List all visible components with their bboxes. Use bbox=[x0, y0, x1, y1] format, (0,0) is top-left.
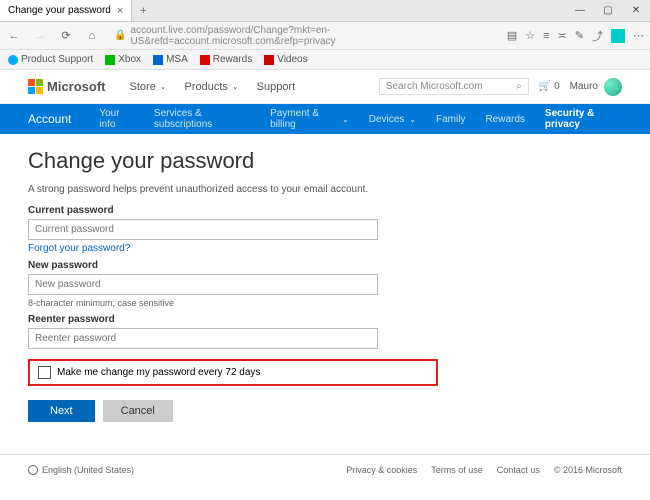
site-footer: English (United States) Privacy & cookie… bbox=[0, 454, 650, 485]
footer-terms[interactable]: Terms of use bbox=[431, 465, 483, 475]
current-password-label: Current password bbox=[28, 205, 622, 216]
reenter-password-input[interactable] bbox=[28, 328, 378, 349]
fav-msa[interactable]: MSA bbox=[153, 54, 188, 65]
notes-icon[interactable]: ✎ bbox=[575, 29, 584, 42]
nav-family[interactable]: Family bbox=[436, 114, 465, 125]
password-hint: 8-character minimum; case sensitive bbox=[28, 298, 622, 308]
nav-your-info[interactable]: Your info bbox=[99, 108, 134, 130]
close-window-button[interactable]: ✕ bbox=[622, 0, 650, 21]
favorite-icon[interactable]: ☆ bbox=[525, 29, 535, 42]
microsoft-logo[interactable]: Microsoft bbox=[28, 79, 106, 94]
nav-security[interactable]: Security & privacy bbox=[545, 108, 622, 130]
nav-services[interactable]: Services & subscriptions bbox=[154, 108, 250, 130]
home-button[interactable]: ⌂ bbox=[84, 28, 100, 44]
url-field[interactable]: 🔒 account.live.com/password/Change?mkt=e… bbox=[110, 25, 497, 47]
page-title: Change your password bbox=[28, 148, 622, 174]
url-text: account.live.com/password/Change?mkt=en-… bbox=[130, 25, 492, 47]
search-input[interactable]: Search Microsoft.com ⌕ bbox=[379, 78, 529, 95]
locale-link[interactable]: English (United States) bbox=[42, 465, 134, 475]
forgot-password-link[interactable]: Forgot your password? bbox=[28, 243, 130, 254]
maximize-button[interactable]: ▢ bbox=[594, 0, 622, 21]
nav-devices[interactable]: Devices bbox=[369, 114, 416, 125]
close-icon[interactable]: × bbox=[117, 5, 123, 17]
address-bar: ← → ⟳ ⌂ 🔒 account.live.com/password/Chan… bbox=[0, 22, 650, 50]
search-icon[interactable]: ⌕ bbox=[516, 81, 522, 92]
favorites-bar: Product Support Xbox MSA Rewards Videos bbox=[0, 50, 650, 70]
footer-privacy[interactable]: Privacy & cookies bbox=[346, 465, 417, 475]
forward-button[interactable]: → bbox=[32, 28, 48, 44]
microsoft-logo-icon bbox=[28, 79, 43, 94]
extension-icon[interactable] bbox=[611, 29, 625, 43]
reenter-password-label: Reenter password bbox=[28, 314, 622, 325]
page-subtitle: A strong password helps prevent unauthor… bbox=[28, 184, 622, 195]
fav-videos[interactable]: Videos bbox=[264, 54, 307, 65]
change-every-72-days-row: Make me change my password every 72 days bbox=[28, 359, 438, 386]
footer-copyright: © 2016 Microsoft bbox=[554, 465, 622, 475]
site-header: Microsoft Store Products Support Search … bbox=[0, 70, 650, 104]
change-72-days-label: Make me change my password every 72 days bbox=[57, 367, 260, 378]
main-content: Change your password A strong password h… bbox=[0, 134, 650, 436]
nav-store[interactable]: Store bbox=[130, 81, 167, 93]
change-72-days-checkbox[interactable] bbox=[38, 366, 51, 379]
minimize-button[interactable]: — bbox=[566, 0, 594, 21]
new-password-input[interactable] bbox=[28, 274, 378, 295]
nav-support[interactable]: Support bbox=[257, 81, 296, 93]
fav-rewards[interactable]: Rewards bbox=[200, 54, 252, 65]
nav-account[interactable]: Account bbox=[28, 112, 71, 126]
reading-view-icon[interactable]: ▤ bbox=[507, 29, 517, 42]
fav-xbox[interactable]: Xbox bbox=[105, 54, 141, 65]
lock-icon: 🔒 bbox=[114, 30, 126, 41]
cancel-button[interactable]: Cancel bbox=[103, 400, 173, 422]
cart-button[interactable]: 🛒 0 bbox=[539, 81, 560, 92]
reading-list-icon[interactable]: ≡ bbox=[543, 30, 549, 42]
browser-tab[interactable]: Change your password × bbox=[0, 0, 132, 21]
username-label[interactable]: Mauro bbox=[570, 81, 598, 92]
new-tab-button[interactable]: + bbox=[132, 0, 154, 21]
next-button[interactable]: Next bbox=[28, 400, 95, 422]
avatar[interactable] bbox=[604, 78, 622, 96]
account-nav: Account Your info Services & subscriptio… bbox=[0, 104, 650, 134]
new-password-label: New password bbox=[28, 260, 622, 271]
footer-contact[interactable]: Contact us bbox=[497, 465, 540, 475]
current-password-input[interactable] bbox=[28, 219, 378, 240]
back-button[interactable]: ← bbox=[6, 28, 22, 44]
nav-payment[interactable]: Payment & billing bbox=[270, 108, 349, 130]
hub-icon[interactable]: ≍ bbox=[558, 29, 567, 42]
nav-products[interactable]: Products bbox=[185, 81, 239, 93]
globe-icon bbox=[28, 465, 38, 475]
window-titlebar: Change your password × + — ▢ ✕ bbox=[0, 0, 650, 22]
refresh-button[interactable]: ⟳ bbox=[58, 28, 74, 44]
tab-title: Change your password bbox=[8, 5, 111, 16]
fav-product-support[interactable]: Product Support bbox=[8, 54, 93, 65]
more-icon[interactable]: ⋯ bbox=[633, 29, 644, 42]
nav-rewards[interactable]: Rewards bbox=[485, 114, 524, 125]
share-icon[interactable]: ⤴ bbox=[592, 28, 603, 44]
